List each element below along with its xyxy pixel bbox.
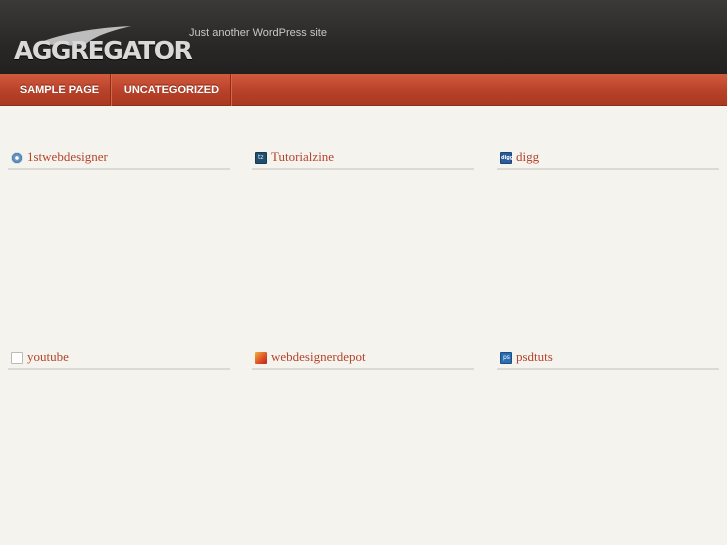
nav-item-uncategorized[interactable]: UNCATEGORIZED <box>112 74 231 106</box>
logo-text: AGGREGATOR <box>14 36 193 65</box>
main-nav: SAMPLE PAGE UNCATEGORIZED <box>0 74 727 106</box>
feed-title[interactable]: digg <box>516 149 539 165</box>
nav-item-sample-page[interactable]: SAMPLE PAGE <box>8 74 111 106</box>
site-logo[interactable]: AGGREGATOR <box>6 12 193 63</box>
feed-youtube: youtube <box>8 349 230 370</box>
youtube-icon <box>11 352 23 364</box>
feed-title[interactable]: youtube <box>27 349 69 365</box>
feed-title[interactable]: 1stwebdesigner <box>27 149 108 165</box>
webdesignerdepot-icon <box>255 352 267 364</box>
digg-icon <box>500 152 513 164</box>
site-header: AGGREGATOR Just another WordPress site <box>0 0 727 74</box>
1stwebdesigner-icon <box>11 152 23 164</box>
feed-webdesignerdepot: webdesignerdepot <box>252 349 474 370</box>
feed-title[interactable]: Tutorialzine <box>271 149 334 165</box>
feed-tutorialzine: Tutorialzine <box>252 149 474 170</box>
tutorialzine-icon <box>255 152 267 164</box>
feed-digg: digg <box>497 149 719 170</box>
nav-divider <box>110 74 111 106</box>
feed-psdtuts: psdtuts <box>497 349 719 370</box>
psdtuts-icon <box>500 352 512 364</box>
nav-divider <box>230 74 231 106</box>
feed-title[interactable]: psdtuts <box>516 349 553 365</box>
feed-title[interactable]: webdesignerdepot <box>271 349 366 365</box>
feed-1stwebdesigner: 1stwebdesigner <box>8 149 230 170</box>
site-tagline: Just another WordPress site <box>189 27 327 39</box>
